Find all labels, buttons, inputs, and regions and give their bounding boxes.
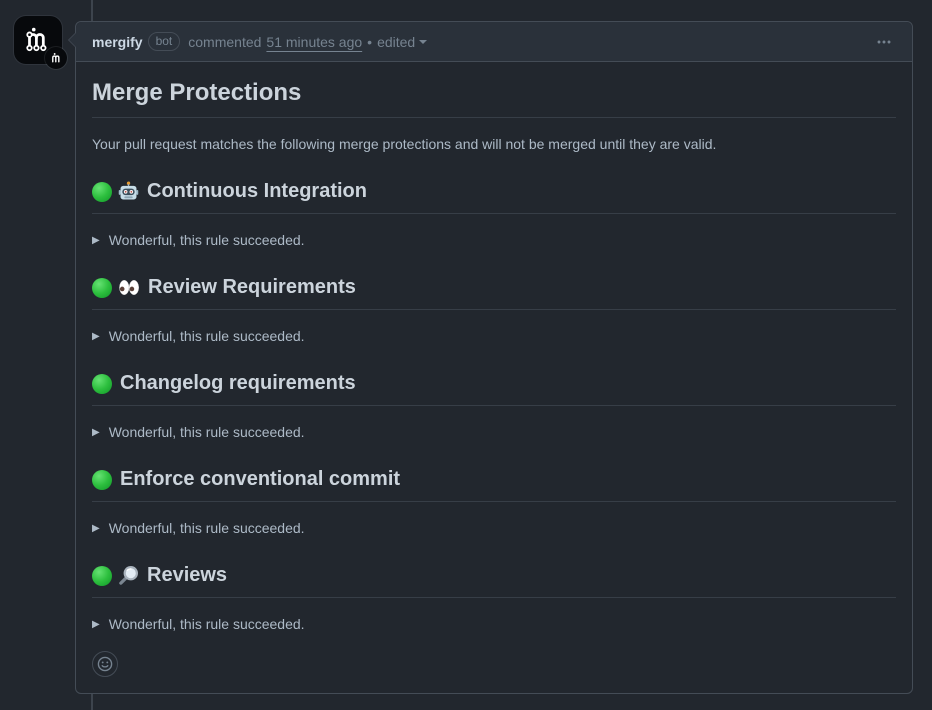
rule-heading-icons <box>92 278 140 298</box>
rule-details: ▶ Wonderful, this rule succeeded. <box>92 230 896 251</box>
disclosure-triangle-icon: ▶ <box>92 425 100 440</box>
rule-sections: Continuous Integration ▶ Wonderful, this… <box>92 179 896 635</box>
comment-header: mergify bot commented 51 minutes ago • e… <box>76 22 912 62</box>
rule-section: Enforce conventional commit ▶ Wonderful,… <box>92 467 896 539</box>
dot-separator: • <box>367 34 372 50</box>
rule-heading: Enforce conventional commit <box>92 467 896 502</box>
rule-title: Review Requirements <box>148 275 356 300</box>
rule-heading: Review Requirements <box>92 275 896 310</box>
rule-details: ▶ Wonderful, this rule succeeded. <box>92 326 896 347</box>
kebab-menu-button[interactable] <box>872 30 896 54</box>
rule-section: Changelog requirements ▶ Wonderful, this… <box>92 371 896 443</box>
rule-section: Reviews ▶ Wonderful, this rule succeeded… <box>92 563 896 635</box>
rule-section: Review Requirements ▶ Wonderful, this ru… <box>92 275 896 347</box>
timestamp-link[interactable]: 51 minutes ago <box>266 34 362 50</box>
rule-details: ▶ Wonderful, this rule succeeded. <box>92 518 896 539</box>
rule-section: Continuous Integration ▶ Wonderful, this… <box>92 179 896 251</box>
rule-summary[interactable]: ▶ Wonderful, this rule succeeded. <box>92 326 896 347</box>
rule-heading-icons <box>92 181 139 202</box>
disclosure-triangle-icon: ▶ <box>92 329 100 344</box>
rule-title: Changelog requirements <box>120 371 356 396</box>
rule-details: ▶ Wonderful, this rule succeeded. <box>92 422 896 443</box>
rule-title: Reviews <box>147 563 227 588</box>
kebab-horizontal-icon <box>876 34 892 50</box>
rule-summary-text: Wonderful, this rule succeeded. <box>109 326 305 347</box>
bot-identicon-badge <box>45 47 67 69</box>
comment-body: Merge Protections Your pull request matc… <box>76 62 912 693</box>
rule-summary[interactable]: ▶ Wonderful, this rule succeeded. <box>92 422 896 443</box>
rule-heading-icons <box>92 374 112 394</box>
disclosure-triangle-icon: ▶ <box>92 521 100 536</box>
rule-heading: Changelog requirements <box>92 371 896 406</box>
rule-summary-text: Wonderful, this rule succeeded. <box>109 422 305 443</box>
edited-label: edited <box>377 34 415 50</box>
action-text: commented <box>188 34 261 50</box>
robot-icon <box>118 181 139 202</box>
disclosure-triangle-icon: ▶ <box>92 233 100 248</box>
intro-text: Your pull request matches the following … <box>92 134 896 155</box>
rule-details: ▶ Wonderful, this rule succeeded. <box>92 614 896 635</box>
edited-dropdown[interactable]: edited <box>377 34 427 50</box>
rule-summary[interactable]: ▶ Wonderful, this rule succeeded. <box>92 230 896 251</box>
rule-title: Enforce conventional commit <box>120 467 400 492</box>
rule-summary[interactable]: ▶ Wonderful, this rule succeeded. <box>92 518 896 539</box>
rule-heading: Reviews <box>92 563 896 598</box>
eyes-icon <box>118 279 140 296</box>
green-circle-icon <box>92 566 112 586</box>
green-circle-icon <box>92 182 112 202</box>
rule-title: Continuous Integration <box>147 179 367 204</box>
bot-badge: bot <box>148 32 181 51</box>
smiley-icon <box>97 656 113 672</box>
author-login[interactable]: mergify <box>92 34 143 50</box>
rule-heading-icons <box>92 470 112 490</box>
comment-card: mergify bot commented 51 minutes ago • e… <box>75 21 913 694</box>
green-circle-icon <box>92 470 112 490</box>
add-reaction-button[interactable] <box>92 651 118 677</box>
rule-summary-text: Wonderful, this rule succeeded. <box>109 518 305 539</box>
green-circle-icon <box>92 278 112 298</box>
rule-summary-text: Wonderful, this rule succeeded. <box>109 614 305 635</box>
green-circle-icon <box>92 374 112 394</box>
merge-protections-title: Merge Protections <box>92 78 896 118</box>
disclosure-triangle-icon: ▶ <box>92 617 100 632</box>
magnifying-glass-icon <box>118 565 139 586</box>
rule-summary[interactable]: ▶ Wonderful, this rule succeeded. <box>92 614 896 635</box>
chevron-down-icon <box>419 40 427 48</box>
rule-heading: Continuous Integration <box>92 179 896 214</box>
rule-heading-icons <box>92 565 139 586</box>
rule-summary-text: Wonderful, this rule succeeded. <box>109 230 305 251</box>
mergify-bot-avatar[interactable] <box>14 16 62 64</box>
